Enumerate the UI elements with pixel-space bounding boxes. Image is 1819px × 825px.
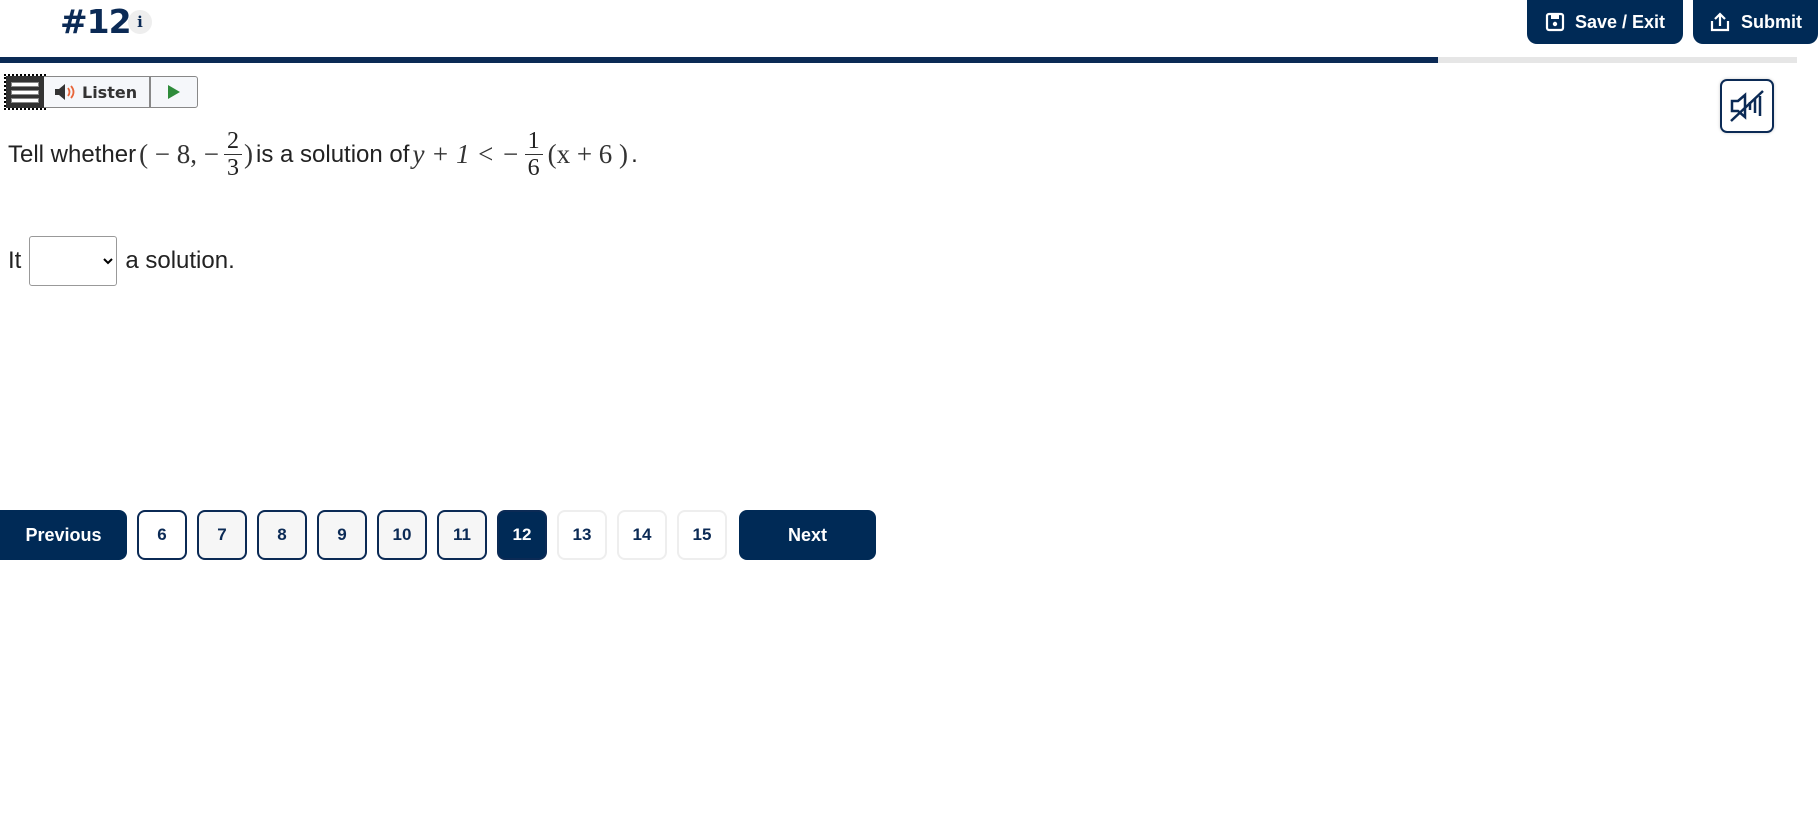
info-icon[interactable]: i <box>128 10 152 34</box>
mute-icon <box>1730 90 1764 122</box>
answer-suffix: a solution. <box>125 247 235 274</box>
progress-bar <box>0 57 1797 63</box>
menu-icon[interactable] <box>4 74 46 110</box>
previous-button[interactable]: Previous <box>0 510 127 560</box>
answer-row: It a solution. <box>8 236 235 286</box>
math-point-close: ) <box>244 139 254 169</box>
math-point-open: ( − 8, − <box>139 139 220 169</box>
question-middle: is a solution of <box>256 140 410 168</box>
next-button[interactable]: Next <box>739 510 876 560</box>
listen-label: Listen <box>82 82 138 102</box>
save-exit-button[interactable]: Save / Exit <box>1527 0 1683 44</box>
denominator: 6 <box>527 155 540 181</box>
page-button-9[interactable]: 9 <box>317 510 367 560</box>
pagination: Previous 6 7 8 9 10 11 12 13 14 15 Next <box>0 510 876 560</box>
page-button-13[interactable]: 13 <box>557 510 607 560</box>
question-number: #12 <box>60 2 132 41</box>
page-button-10[interactable]: 10 <box>377 510 427 560</box>
mute-button[interactable] <box>1720 79 1774 133</box>
answer-prefix: It <box>8 247 22 274</box>
save-exit-label: Save / Exit <box>1574 11 1666 32</box>
page-button-11[interactable]: 11 <box>437 510 487 560</box>
save-icon <box>1545 12 1565 32</box>
math-lhs: y + 1 < − <box>412 139 520 169</box>
submit-button[interactable]: Submit <box>1693 0 1818 44</box>
fraction-one-sixth: 16 <box>524 128 543 181</box>
text-to-speech-toolbar: Listen <box>4 74 199 110</box>
speaker-icon <box>55 84 75 100</box>
page-button-6[interactable]: 6 <box>137 510 187 560</box>
progress-fill <box>0 57 1438 63</box>
page-button-7[interactable]: 7 <box>197 510 247 560</box>
page-button-8[interactable]: 8 <box>257 510 307 560</box>
page-button-14[interactable]: 14 <box>617 510 667 560</box>
fraction-two-thirds: 23 <box>224 128 243 181</box>
numerator: 1 <box>524 128 543 155</box>
question-intro: Tell whether <box>8 140 137 168</box>
question-end: . <box>631 140 638 168</box>
question-text: Tell whether ( − 8, − 23 ) is a solution… <box>8 128 638 181</box>
numerator: 2 <box>224 128 243 155</box>
page-button-15[interactable]: 15 <box>677 510 727 560</box>
play-button[interactable] <box>150 76 199 108</box>
math-rhs: (x + 6 ) <box>547 139 629 169</box>
denominator: 3 <box>227 155 240 181</box>
answer-select[interactable] <box>29 236 118 286</box>
page-button-12[interactable]: 12 <box>497 510 547 560</box>
listen-button[interactable]: Listen <box>44 76 151 108</box>
upload-icon <box>1710 12 1730 32</box>
play-icon <box>168 85 181 99</box>
submit-label: Submit <box>1741 11 1802 32</box>
